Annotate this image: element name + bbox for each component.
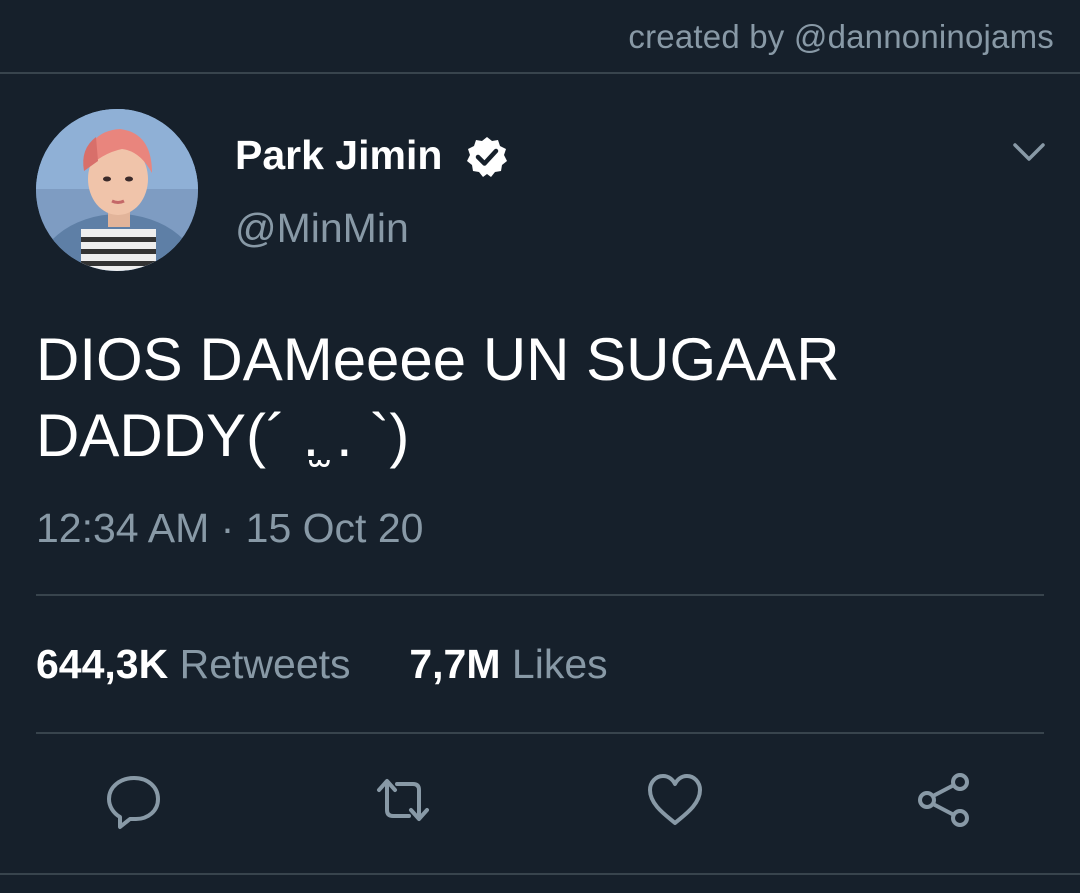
- retweets-label: Retweets: [179, 641, 351, 687]
- stats-divider-top: [36, 594, 1044, 596]
- user-handle[interactable]: @MinMin: [235, 205, 409, 252]
- credit-text: created by @dannoninojams: [628, 18, 1054, 55]
- header-divider: [0, 72, 1080, 74]
- profile-photo: [36, 109, 198, 271]
- like-button[interactable]: [645, 770, 705, 830]
- retweet-icon: [377, 779, 429, 821]
- verified-badge-icon: [467, 137, 507, 177]
- stats-divider-bottom: [36, 732, 1044, 734]
- tweet-timestamp[interactable]: 12:34 AM · 15 Oct 20: [36, 505, 423, 552]
- reply-button[interactable]: [104, 770, 164, 830]
- footer-divider: [0, 873, 1080, 875]
- heart-icon: [648, 774, 702, 825]
- likes-label: Likes: [511, 641, 608, 687]
- share-icon: [918, 773, 969, 827]
- chevron-down-icon[interactable]: [1012, 139, 1046, 165]
- avatar[interactable]: [36, 109, 198, 271]
- likes-stat[interactable]: 7,7M Likes: [398, 641, 608, 687]
- reply-icon: [107, 776, 160, 829]
- likes-count: 7,7M: [409, 641, 501, 687]
- share-button[interactable]: [914, 770, 974, 830]
- retweets-count: 644,3K: [36, 641, 169, 687]
- tweet-text: DIOS DAMeeee UN SUGAAR DADDY(´ .̫ . `): [36, 326, 840, 469]
- retweet-button[interactable]: [373, 770, 433, 830]
- tweet-stats: 644,3K Retweets 7,7M Likes: [36, 641, 608, 688]
- display-name[interactable]: Park Jimin: [235, 132, 442, 179]
- retweets-stat[interactable]: 644,3K Retweets: [36, 641, 362, 687]
